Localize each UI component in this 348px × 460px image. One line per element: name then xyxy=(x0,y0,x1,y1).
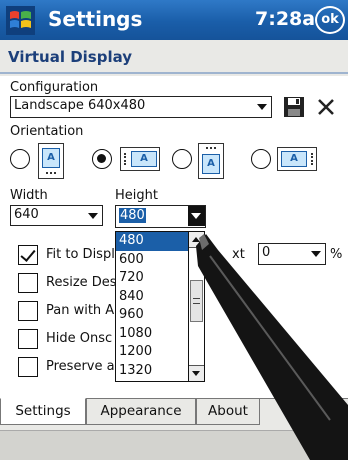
chevron-down-icon xyxy=(191,213,201,219)
orientation-radio-landscape-right[interactable] xyxy=(92,149,112,169)
scrollbar-thumb[interactable] xyxy=(190,280,203,322)
tab-about[interactable]: About xyxy=(196,399,260,425)
menu-bar xyxy=(0,430,348,460)
list-item[interactable]: 960 xyxy=(116,306,188,325)
option-label-hide-onscreen: Hide Onsc xyxy=(46,331,113,346)
list-item[interactable]: 840 xyxy=(116,288,188,307)
landscape-left-screen-icon: A xyxy=(277,147,317,171)
scroll-down-icon[interactable] xyxy=(189,365,204,381)
width-dropdown[interactable]: 640 xyxy=(10,205,103,226)
tab-settings[interactable]: Settings xyxy=(0,398,86,425)
portrait-inverted-screen-icon: A xyxy=(198,143,224,179)
height-label: Height xyxy=(115,188,158,203)
width-value: 640 xyxy=(14,207,39,222)
dropdown-button[interactable] xyxy=(188,206,205,226)
option-label-pan-with-arrows: Pan with A xyxy=(46,303,115,318)
landscape-screen-icon: A xyxy=(120,147,160,171)
tab-bar: Settings Appearance About xyxy=(0,398,348,426)
chevron-down-icon xyxy=(257,104,267,110)
text-margin-dropdown[interactable]: 0 xyxy=(258,243,326,265)
option-checkbox-resize-desktop[interactable] xyxy=(18,273,38,293)
list-item[interactable]: 480 xyxy=(116,232,188,251)
option-label-fit-to-display: Fit to Displ xyxy=(46,247,115,262)
option-checkbox-hide-onscreen[interactable] xyxy=(18,329,38,349)
title-divider xyxy=(0,72,348,74)
page-title: Virtual Display xyxy=(8,48,133,66)
list-item[interactable]: 720 xyxy=(116,269,188,288)
height-dropdown[interactable]: 480 xyxy=(115,205,206,228)
list-item[interactable]: 1320 xyxy=(116,362,188,381)
list-item[interactable]: 1080 xyxy=(116,325,188,344)
orientation-radio-landscape-left[interactable] xyxy=(251,149,271,169)
option-checkbox-fit-to-display[interactable] xyxy=(18,245,38,265)
option-label-preserve-aspect: Preserve a xyxy=(46,359,115,374)
app-title: Settings xyxy=(48,7,143,31)
orientation-radio-portrait[interactable] xyxy=(10,149,30,169)
text-margin-value: 0 xyxy=(262,245,271,260)
chevron-down-icon xyxy=(311,251,321,257)
portrait-screen-icon: A xyxy=(38,143,64,179)
ok-button[interactable]: ok xyxy=(315,6,345,34)
title-bar: Settings 7:28a ok xyxy=(0,0,348,40)
keyboard-icon[interactable] xyxy=(306,439,322,453)
configuration-label: Configuration xyxy=(10,80,99,95)
orientation-radio-portrait-inverted[interactable] xyxy=(172,149,192,169)
scroll-up-icon[interactable] xyxy=(189,232,204,248)
list-item[interactable]: 1200 xyxy=(116,343,188,362)
option-checkbox-preserve-aspect[interactable] xyxy=(18,357,38,377)
option-checkbox-pan-with-arrows[interactable] xyxy=(18,301,38,321)
orientation-label: Orientation xyxy=(10,124,84,139)
chevron-down-icon xyxy=(88,213,98,219)
floppy-disk-icon[interactable] xyxy=(283,96,305,118)
clock[interactable]: 7:28a xyxy=(255,8,315,30)
scrollbar[interactable] xyxy=(188,232,204,381)
start-menu-icon[interactable] xyxy=(6,6,35,35)
percent-unit: % xyxy=(330,247,343,262)
tab-appearance[interactable]: Appearance xyxy=(86,399,196,425)
width-label: Width xyxy=(10,188,48,203)
option-label-resize-desktop: Resize Des xyxy=(46,275,117,290)
configuration-value: Landscape 640x480 xyxy=(14,98,146,113)
text-margin-label: xt xyxy=(232,247,245,262)
list-item[interactable]: 600 xyxy=(116,251,188,270)
close-icon[interactable] xyxy=(316,97,336,117)
configuration-dropdown[interactable]: Landscape 640x480 xyxy=(10,96,272,118)
height-dropdown-list[interactable]: 480 600 720 840 960 1080 1200 1320 xyxy=(115,231,205,382)
height-value: 480 xyxy=(119,208,146,223)
